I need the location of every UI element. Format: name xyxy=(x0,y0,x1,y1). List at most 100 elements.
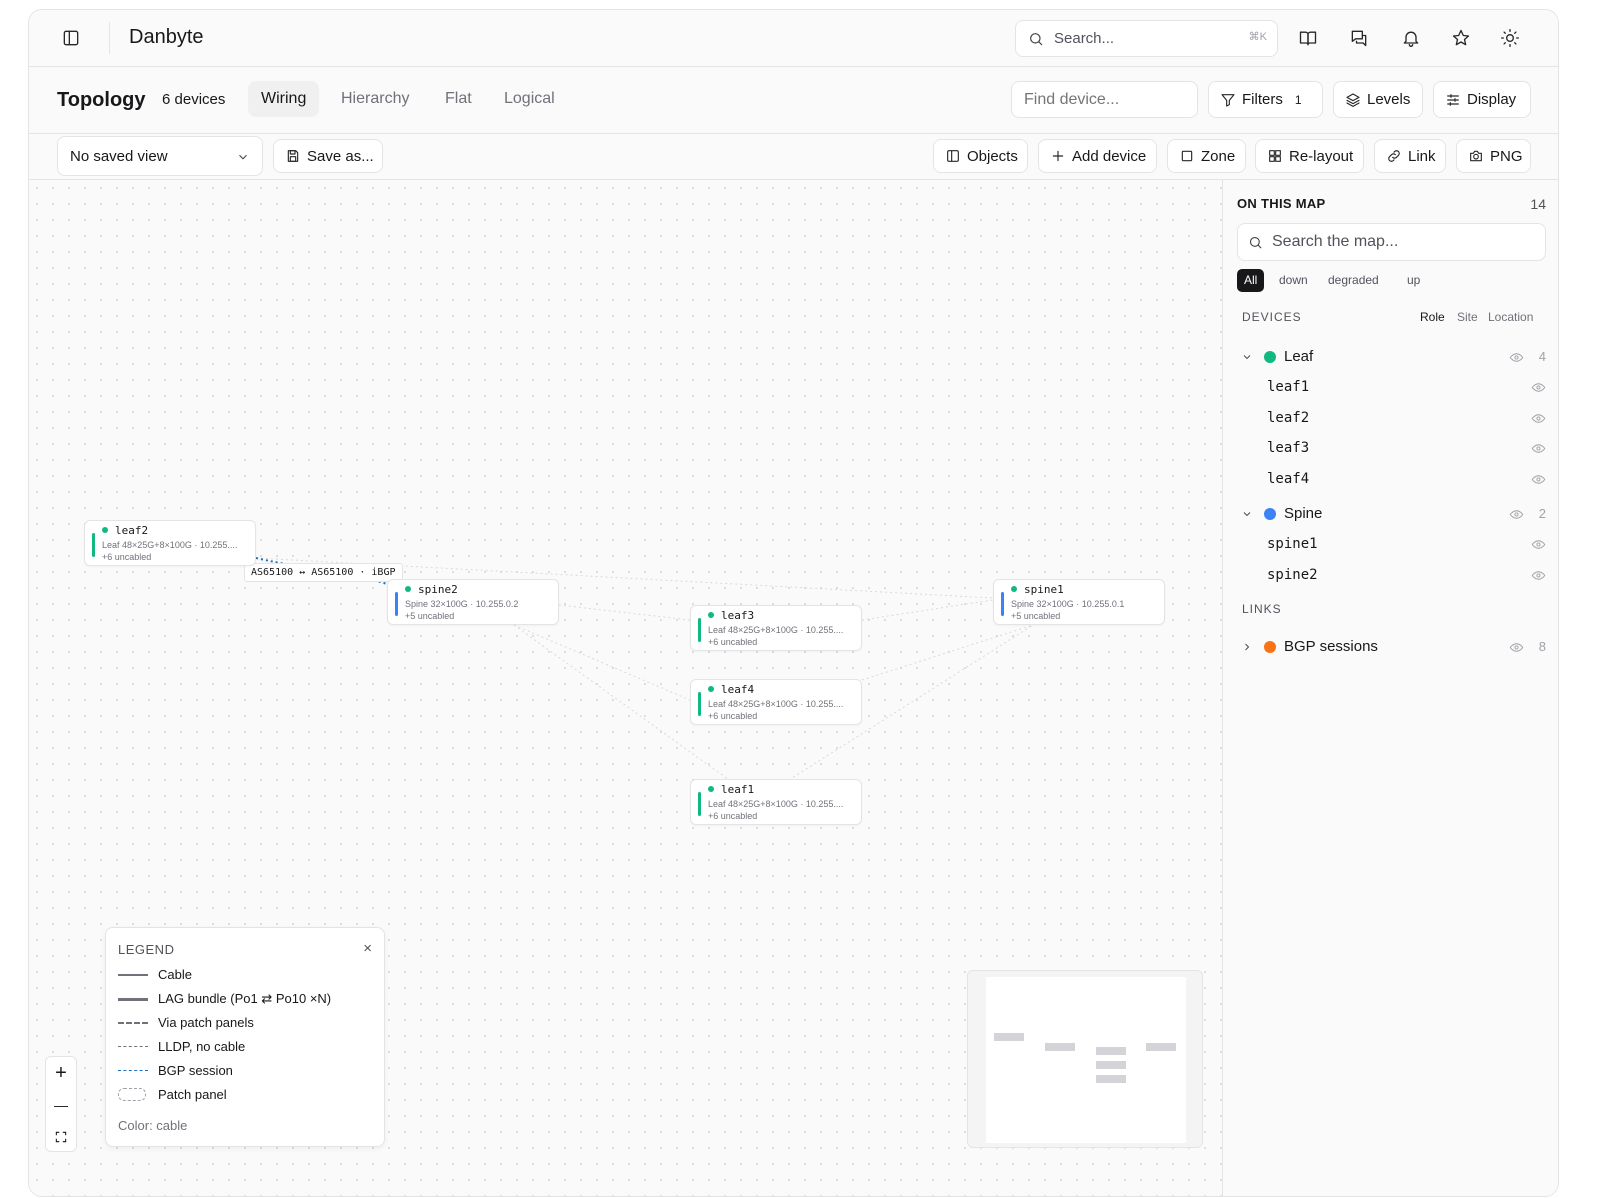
minimap-node xyxy=(1045,1043,1075,1051)
eye-icon[interactable] xyxy=(1531,568,1546,583)
device-node-leaf4[interactable]: leaf4 Leaf 48×25G+8×100G · 10.255.... +6… xyxy=(690,679,862,725)
device-name: leaf2 xyxy=(1267,410,1310,426)
add-device-label: Add device xyxy=(1072,147,1147,165)
find-device-input[interactable] xyxy=(1011,81,1198,118)
node-spec: Leaf 48×25G+8×100G · 10.255.... xyxy=(708,699,844,709)
eye-icon[interactable] xyxy=(1531,380,1546,395)
status-filter-down[interactable]: down xyxy=(1272,269,1315,292)
global-search[interactable]: Search... ⌘K xyxy=(1015,20,1278,57)
list-item-leaf4[interactable]: leaf4 xyxy=(1241,467,1546,491)
eye-icon[interactable] xyxy=(1531,472,1546,487)
group-name: BGP sessions xyxy=(1284,638,1378,655)
minimap-viewport xyxy=(986,977,1186,1143)
device-node-leaf2[interactable]: leaf2 Leaf 48×25G+8×100G · 10.255.... +6… xyxy=(84,520,256,566)
device-node-spine1[interactable]: spine1 Spine 32×100G · 10.255.0.1 +5 unc… xyxy=(993,579,1165,625)
group-spine[interactable]: Spine 2 xyxy=(1241,502,1546,526)
role-bar xyxy=(92,533,95,557)
eye-icon[interactable] xyxy=(1509,640,1524,655)
png-export-button[interactable]: PNG xyxy=(1456,139,1531,173)
device-name: leaf3 xyxy=(1267,440,1310,456)
group-leaf[interactable]: Leaf 4 xyxy=(1241,345,1546,369)
bgp-session-label[interactable]: AS65100 ↔ AS65100 · iBGP xyxy=(244,563,403,582)
list-item-leaf3[interactable]: leaf3 xyxy=(1241,436,1546,460)
levels-button[interactable]: Levels xyxy=(1333,81,1423,118)
link-leaf3-spine1[interactable] xyxy=(861,599,994,621)
group-bgp-sessions[interactable]: BGP sessions 8 xyxy=(1241,635,1546,659)
minimap-node xyxy=(1096,1061,1126,1069)
chevron-down-icon xyxy=(239,154,247,160)
zoom-out-button[interactable]: — xyxy=(46,1089,76,1121)
group-name: Leaf xyxy=(1284,348,1314,365)
device-node-spine2[interactable]: spine2 Spine 32×100G · 10.255.0.2 +5 unc… xyxy=(387,579,559,625)
eye-icon[interactable] xyxy=(1531,411,1546,426)
node-name: leaf2 xyxy=(115,524,149,537)
legend-close-icon[interactable]: × xyxy=(363,940,372,957)
status-filter-all[interactable]: All xyxy=(1237,269,1265,292)
minimap[interactable] xyxy=(967,970,1203,1148)
tab-wiring[interactable]: Wiring xyxy=(248,81,320,117)
group-by-site[interactable]: Site xyxy=(1457,310,1478,324)
list-item-leaf1[interactable]: leaf1 xyxy=(1241,375,1546,399)
link-leaf4-spine1[interactable] xyxy=(861,624,1034,681)
legend-swatch xyxy=(118,1070,148,1071)
list-item-spine1[interactable]: spine1 xyxy=(1241,532,1546,556)
fullscreen-icon xyxy=(55,1131,67,1143)
save-as-button[interactable]: Save as... xyxy=(273,139,383,173)
node-uncabled: +5 uncabled xyxy=(1011,611,1061,621)
tab-flat[interactable]: Flat xyxy=(432,81,485,117)
eye-icon[interactable] xyxy=(1509,507,1524,522)
node-name: leaf1 xyxy=(721,783,755,796)
filters-badge: 1 xyxy=(1294,92,1302,107)
group-by-role[interactable]: Role xyxy=(1420,310,1445,324)
display-button[interactable]: Display xyxy=(1433,81,1531,118)
camera-icon xyxy=(1470,150,1482,162)
node-name: spine2 xyxy=(418,583,458,596)
star-icon[interactable] xyxy=(1447,24,1475,52)
legend-label: Via patch panels xyxy=(158,1015,254,1030)
fit-view-button[interactable] xyxy=(46,1121,76,1153)
objects-button[interactable]: Objects xyxy=(933,139,1028,173)
minimap-node xyxy=(994,1033,1024,1041)
search-placeholder: Search... xyxy=(1054,30,1115,47)
node-spec: Spine 32×100G · 10.255.0.2 xyxy=(405,599,519,609)
tab-hierarchy[interactable]: Hierarchy xyxy=(328,81,422,117)
node-spec: Leaf 48×25G+8×100G · 10.255.... xyxy=(708,625,844,635)
eye-icon[interactable] xyxy=(1531,441,1546,456)
brand-name: Danbyte xyxy=(129,26,204,48)
minimap-node xyxy=(1096,1047,1126,1055)
list-item-leaf2[interactable]: leaf2 xyxy=(1241,406,1546,430)
group-count: 8 xyxy=(1538,639,1546,654)
panel-title: ON THIS MAP xyxy=(1237,196,1326,211)
sidebar-toggle-icon[interactable] xyxy=(57,24,85,52)
zone-button[interactable]: Zone xyxy=(1167,139,1246,173)
link-spine2-leaf3[interactable] xyxy=(558,604,691,621)
chat-icon[interactable] xyxy=(1345,24,1373,52)
device-node-leaf3[interactable]: leaf3 Leaf 48×25G+8×100G · 10.255.... +6… xyxy=(690,605,862,651)
group-count: 2 xyxy=(1538,506,1546,521)
link-spine2-leaf4[interactable] xyxy=(513,624,691,701)
map-search-input[interactable]: Search the map... xyxy=(1237,223,1546,261)
topology-canvas[interactable]: AS65100 ↔ AS65100 · iBGP leaf2 Leaf 48×2… xyxy=(29,180,1222,1196)
zoom-in-button[interactable]: + xyxy=(46,1057,76,1089)
eye-icon[interactable] xyxy=(1509,350,1524,365)
eye-icon[interactable] xyxy=(1531,537,1546,552)
device-node-leaf1[interactable]: leaf1 Leaf 48×25G+8×100G · 10.255.... +6… xyxy=(690,779,862,825)
filters-button[interactable]: Filters 1 xyxy=(1208,81,1323,118)
role-bar xyxy=(1001,592,1004,616)
book-icon[interactable] xyxy=(1294,24,1322,52)
list-item-spine2[interactable]: spine2 xyxy=(1241,563,1546,587)
levels-label: Levels xyxy=(1367,91,1411,108)
relayout-button[interactable]: Re-layout xyxy=(1255,139,1364,173)
layers-icon xyxy=(1346,92,1360,107)
legend-item-cable: Cable xyxy=(118,965,368,985)
bell-icon[interactable] xyxy=(1397,24,1425,52)
add-device-button[interactable]: Add device xyxy=(1038,139,1157,173)
sun-icon[interactable] xyxy=(1496,24,1524,52)
tab-logical[interactable]: Logical xyxy=(491,81,568,117)
status-filter-degraded[interactable]: degraded xyxy=(1321,269,1386,292)
status-filter-up[interactable]: up xyxy=(1400,269,1427,292)
device-name: spine2 xyxy=(1267,567,1318,583)
saved-view-select[interactable]: No saved view xyxy=(57,136,263,176)
link-button[interactable]: Link xyxy=(1374,139,1446,173)
group-by-location[interactable]: Location xyxy=(1488,310,1533,324)
